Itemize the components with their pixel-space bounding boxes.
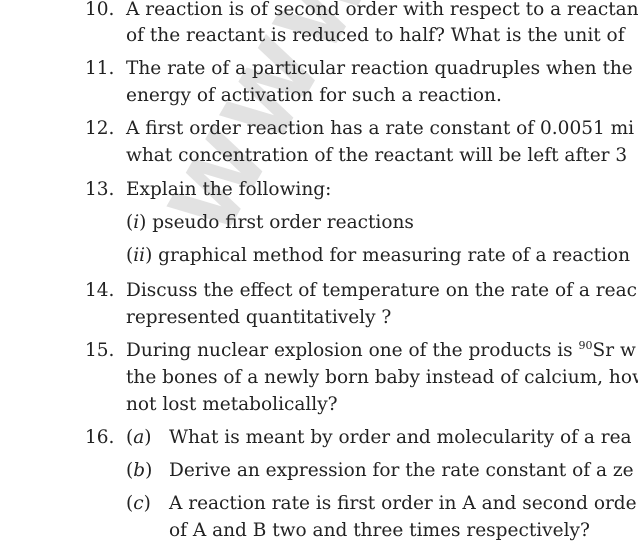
sub-question-text: graphical method for measuring rate of a… (158, 245, 630, 266)
question-number: 10. (85, 0, 115, 20)
question-line: represented quantitatively ? (126, 307, 392, 328)
sub-question-text: What is meant by order and molecularity … (169, 427, 632, 448)
question-line: Discuss the effect of temperature on the… (126, 280, 637, 301)
question-number: 15. (85, 340, 115, 361)
question-line: A first order reaction has a rate consta… (126, 118, 635, 139)
sub-question-label: b (133, 460, 146, 481)
sub-question-text: of A and B two and three times respectiv… (169, 520, 590, 541)
isotope-mass-number: 90 (578, 339, 593, 352)
question-line: what concentration of the reactant will … (126, 145, 628, 166)
sub-question: (i) pseudo first order reactions (126, 212, 414, 233)
question-number: 12. (85, 118, 115, 139)
sub-question-text: pseudo first order reactions (152, 212, 414, 233)
sub-question-label: ii (133, 245, 146, 266)
sub-question-label-wrap: (a) (126, 427, 152, 448)
question-line: the bones of a newly born baby instead o… (126, 367, 638, 388)
question-line: A reaction is of second order with respe… (126, 0, 638, 20)
question-number: 14. (85, 280, 115, 301)
sub-question-label-wrap: (c) (126, 493, 151, 514)
question-number: 13. (85, 179, 115, 200)
sub-question-label: c (133, 493, 144, 514)
text-run: Sr w (592, 340, 636, 361)
question-line: not lost metabolically? (126, 394, 338, 415)
sub-question-label: i (133, 212, 140, 233)
sub-question-label-wrap: (b) (126, 460, 153, 481)
question-number: 16. (85, 427, 115, 448)
question-number: 11. (85, 58, 115, 79)
sub-question: (ii) graphical method for measuring rate… (126, 245, 630, 266)
sub-question-text: Derive an expression for the rate consta… (169, 460, 634, 481)
sub-question-text: A reaction rate is first order in A and … (169, 493, 637, 514)
question-line: Explain the following: (126, 179, 332, 200)
question-line: energy of activation for such a reaction… (126, 85, 502, 106)
text-run: During nuclear explosion one of the prod… (126, 340, 579, 361)
question-line: During nuclear explosion one of the prod… (126, 340, 636, 362)
question-line: The rate of a particular reaction quadru… (126, 58, 633, 79)
textbook-page: WWW.JEE 10. A reaction is of second orde… (0, 0, 638, 547)
question-line: of the reactant is reduced to half? What… (126, 25, 625, 46)
sub-question-label: a (133, 427, 145, 448)
